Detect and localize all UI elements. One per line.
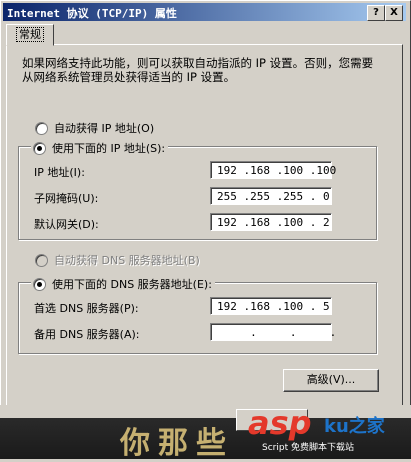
radio-auto-ip-indicator[interactable] xyxy=(35,121,48,135)
tab-general[interactable]: 常规 xyxy=(6,24,54,46)
dns-server-group xyxy=(18,282,377,354)
default-gateway-label: 默认网关(D): xyxy=(34,218,99,231)
radio-auto-dns: 自动获得 DNS 服务器地址(B) xyxy=(33,252,203,268)
ip-address-label: IP 地址(I): xyxy=(34,166,85,179)
subnet-mask-label: 子网掩码(U): xyxy=(34,192,99,205)
radio-auto-ip-label: 自动获得 IP 地址(O) xyxy=(54,122,155,135)
radio-auto-ip[interactable]: 自动获得 IP 地址(O) xyxy=(33,120,158,136)
close-button[interactable]: X xyxy=(385,5,403,21)
radio-manual-ip-label: 使用下面的 IP 地址(S): xyxy=(52,142,166,155)
background-text: 你那些 xyxy=(120,426,234,461)
alternate-dns-label: 备用 DNS 服务器(A): xyxy=(34,328,140,341)
radio-auto-dns-indicator xyxy=(35,253,48,267)
radio-manual-dns[interactable]: 使用下面的 DNS 服务器地址(E): xyxy=(31,276,215,292)
default-gateway-input[interactable]: 192 .168 .100 . 2 xyxy=(210,213,332,231)
preferred-dns-label: 首选 DNS 服务器(P): xyxy=(34,302,139,315)
subnet-mask-input[interactable]: 255 .255 .255 . 0 xyxy=(210,187,332,205)
title-bar: Internet 协议 (TCP/IP) 属性 ? X xyxy=(3,3,406,21)
radio-manual-ip[interactable]: 使用下面的 IP 地址(S): xyxy=(31,140,169,156)
help-button[interactable]: ? xyxy=(367,5,385,21)
watermark-logo: asp xyxy=(248,404,312,442)
radio-manual-dns-indicator[interactable] xyxy=(33,277,46,291)
description-text: 如果网络支持此功能，则可以获取自动指派的 IP 设置。否则，您需要从网络系统管理… xyxy=(22,56,374,84)
radio-manual-ip-indicator[interactable] xyxy=(33,141,46,155)
radio-auto-dns-label: 自动获得 DNS 服务器地址(B) xyxy=(54,254,200,267)
ip-address-input[interactable]: 192 .168 .100 .100 xyxy=(210,161,336,179)
watermark-subtitle: Script 免费脚本下载站 xyxy=(262,443,354,453)
window-title: Internet 协议 (TCP/IP) 属性 xyxy=(7,7,177,20)
preferred-dns-input[interactable]: 192 .168 .100 . 5 xyxy=(210,297,332,315)
alternate-dns-input[interactable]: . . . xyxy=(210,323,336,341)
radio-manual-dns-label: 使用下面的 DNS 服务器地址(E): xyxy=(52,278,212,291)
watermark-site-name: ku之家 xyxy=(324,416,385,437)
tab-general-label: 常规 xyxy=(16,27,44,42)
advanced-button[interactable]: 高级(V)... xyxy=(283,369,379,392)
